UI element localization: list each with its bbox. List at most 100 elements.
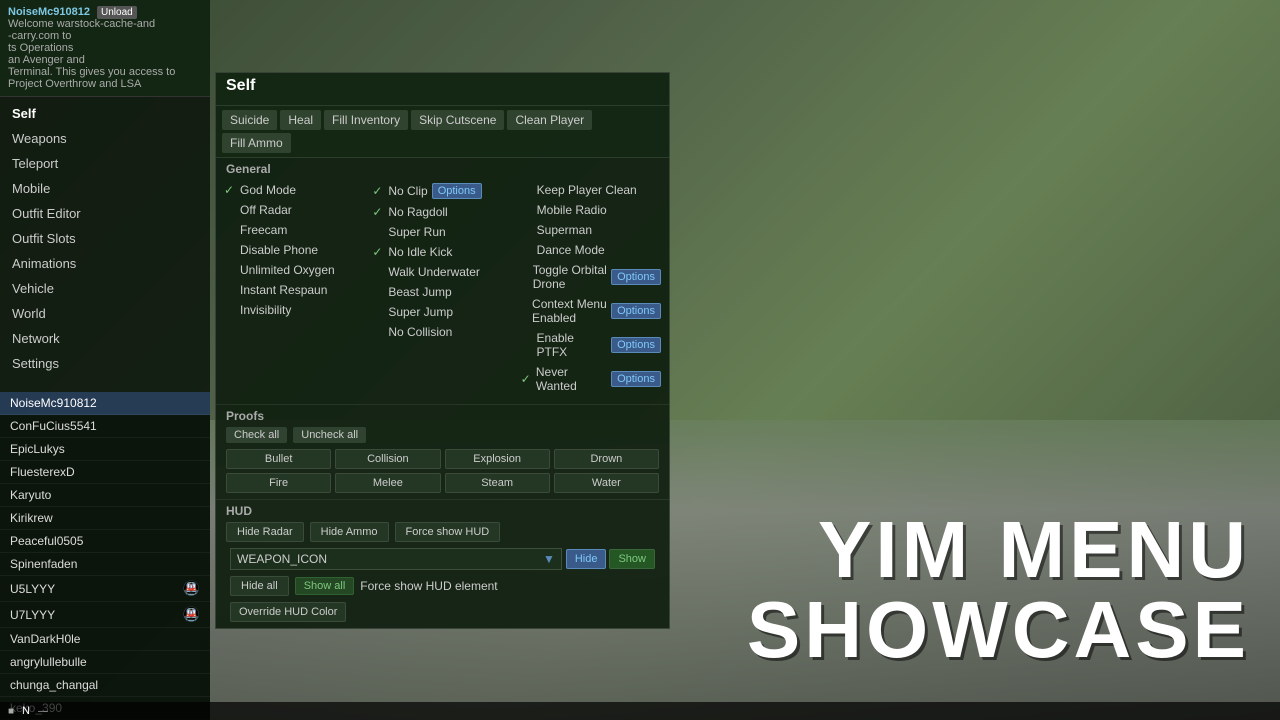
option-toggle-orbital-drone[interactable]: Toggle Orbital Drone Options — [517, 260, 665, 294]
show-weapon-icon-btn[interactable]: Show — [609, 549, 655, 569]
sidebar-item-settings[interactable]: Settings — [0, 351, 210, 376]
show-all-btn[interactable]: Show all — [295, 577, 355, 595]
option-enable-ptfx[interactable]: Enable PTFX Options — [517, 328, 665, 362]
player-item[interactable]: NoiseMc910812 — [0, 392, 210, 415]
sidebar-item-teleport[interactable]: Teleport — [0, 151, 210, 176]
player-item[interactable]: ConFuCius5541 — [0, 415, 210, 438]
option-invisibility[interactable]: Invisibility — [220, 300, 368, 320]
proof-fire[interactable]: Fire — [226, 473, 331, 493]
override-hud-color-btn[interactable]: Override HUD Color — [230, 602, 346, 622]
uncheck-all-btn[interactable]: Uncheck all — [293, 427, 366, 443]
sidebar-item-world[interactable]: World — [0, 301, 210, 326]
sidebar-item-outfit-slots[interactable]: Outfit Slots — [0, 226, 210, 251]
tab-fill-ammo[interactable]: Fill Ammo — [222, 133, 291, 153]
hud-buttons: Hide Radar Hide Ammo Force show HUD — [226, 522, 659, 542]
proof-explosion[interactable]: Explosion — [445, 449, 550, 469]
sidebar: NoiseMc910812 Unload Welcome warstock-ca… — [0, 0, 210, 720]
proof-collision[interactable]: Collision — [335, 449, 440, 469]
weapon-icon-row: WEAPON_ICON ▼ Hide Show — [226, 548, 659, 570]
orbital-drone-options-btn[interactable]: Options — [611, 269, 661, 285]
player-item[interactable]: Spinenfaden — [0, 553, 210, 576]
tab-skip-cutscene[interactable]: Skip Cutscene — [411, 110, 504, 130]
option-keep-player-clean[interactable]: Keep Player Clean — [517, 180, 665, 200]
option-never-wanted[interactable]: ✓ Never Wanted Options — [517, 362, 665, 396]
panel-header: Self — [216, 73, 669, 106]
proof-steam[interactable]: Steam — [445, 473, 550, 493]
sidebar-item-self[interactable]: Self — [0, 101, 210, 126]
player-name: U5LYYY — [10, 582, 55, 596]
context-menu-options-btn[interactable]: Options — [611, 303, 661, 319]
sidebar-item-outfit-editor[interactable]: Outfit Editor — [0, 201, 210, 226]
player-item[interactable]: angrylullebulle — [0, 651, 210, 674]
option-super-jump[interactable]: Super Jump — [368, 302, 516, 322]
sidebar-item-animations[interactable]: Animations — [0, 251, 210, 276]
option-beast-jump[interactable]: Beast Jump — [368, 282, 516, 302]
option-no-idle-kick[interactable]: ✓ No Idle Kick — [368, 242, 516, 262]
proofs-grid-row1: Bullet Collision Explosion Drown — [226, 449, 659, 469]
proof-water[interactable]: Water — [554, 473, 659, 493]
main-panel: Self Suicide Heal Fill Inventory Skip Cu… — [215, 72, 670, 629]
player-item[interactable]: EpicLukys — [0, 438, 210, 461]
option-dance-mode[interactable]: Dance Mode — [517, 240, 665, 260]
player-item[interactable]: FluesterexD — [0, 461, 210, 484]
notification-user: NoiseMc910812 — [8, 6, 90, 18]
check-all-btn[interactable]: Check all — [226, 427, 287, 443]
player-item[interactable]: VanDarkH0le — [0, 628, 210, 651]
weapon-icon-label: WEAPON_ICON — [237, 552, 327, 566]
proof-melee[interactable]: Melee — [335, 473, 440, 493]
option-disable-phone[interactable]: Disable Phone — [220, 240, 368, 260]
option-no-collision[interactable]: No Collision — [368, 322, 516, 342]
sidebar-item-network[interactable]: Network — [0, 326, 210, 351]
ptfx-options-btn[interactable]: Options — [611, 337, 661, 353]
player-item[interactable]: chunga_changal — [0, 674, 210, 697]
player-item[interactable]: Peaceful0505 — [0, 530, 210, 553]
tab-heal[interactable]: Heal — [280, 110, 321, 130]
notification-username: NoiseMc910812 Unload — [8, 6, 202, 18]
never-wanted-options-btn[interactable]: Options — [611, 371, 661, 387]
hud-section: HUD Hide Radar Hide Ammo Force show HUD … — [216, 499, 669, 628]
option-mobile-radio[interactable]: Mobile Radio — [517, 200, 665, 220]
option-no-clip[interactable]: ✓ No Clip Options — [368, 180, 516, 202]
force-show-hud-btn[interactable]: Force show HUD — [395, 522, 501, 542]
option-instant-respaun[interactable]: Instant Respaun — [220, 280, 368, 300]
player-name: Kirikrew — [10, 511, 53, 525]
sidebar-item-mobile[interactable]: Mobile — [0, 176, 210, 201]
hide-weapon-icon-btn[interactable]: Hide — [566, 549, 607, 569]
option-freecam[interactable]: Freecam — [220, 220, 368, 240]
option-unlimited-oxygen[interactable]: Unlimited Oxygen — [220, 260, 368, 280]
col2: ✓ No Clip Options ✓ No Ragdoll Super Run… — [368, 180, 516, 396]
proof-bullet[interactable]: Bullet — [226, 449, 331, 469]
player-item[interactable]: U7LYYY 🚇 — [0, 602, 210, 628]
sidebar-item-vehicle[interactable]: Vehicle — [0, 276, 210, 301]
option-no-ragdoll[interactable]: ✓ No Ragdoll — [368, 202, 516, 222]
hide-ammo-btn[interactable]: Hide Ammo — [310, 522, 389, 542]
option-god-mode[interactable]: ✓ God Mode — [220, 180, 368, 200]
hide-all-btn[interactable]: Hide all — [230, 576, 289, 596]
no-clip-options-btn[interactable]: Options — [432, 183, 482, 199]
notification-line4: an Avenger and — [8, 54, 202, 66]
tab-suicide[interactable]: Suicide — [222, 110, 277, 130]
bottom-bar-indicator: — — [38, 706, 48, 717]
player-item[interactable]: U5LYYY 🚇 — [0, 576, 210, 602]
dropdown-arrow-icon: ▼ — [543, 552, 555, 566]
option-off-radar[interactable]: Off Radar — [220, 200, 368, 220]
player-name: FluesterexD — [10, 465, 75, 479]
option-context-menu[interactable]: Context Menu Enabled Options — [517, 294, 665, 328]
player-name: angrylullebulle — [10, 655, 87, 669]
option-walk-underwater[interactable]: Walk Underwater — [368, 262, 516, 282]
player-list: NoiseMc910812 ConFuCius5541 EpicLukys Fl… — [0, 392, 210, 720]
hide-radar-btn[interactable]: Hide Radar — [226, 522, 304, 542]
tab-clean-player[interactable]: Clean Player — [507, 110, 592, 130]
player-item[interactable]: Kirikrew — [0, 507, 210, 530]
player-name: NoiseMc910812 — [10, 396, 97, 410]
player-item[interactable]: Karyuto — [0, 484, 210, 507]
option-superman[interactable]: Superman — [517, 220, 665, 240]
proofs-grid-row2: Fire Melee Steam Water — [226, 473, 659, 493]
sidebar-item-weapons[interactable]: Weapons — [0, 126, 210, 151]
player-name: Karyuto — [10, 488, 51, 502]
option-super-run[interactable]: Super Run — [368, 222, 516, 242]
proof-drown[interactable]: Drown — [554, 449, 659, 469]
tab-fill-inventory[interactable]: Fill Inventory — [324, 110, 408, 130]
col1: ✓ God Mode Off Radar Freecam Disable Pho… — [220, 180, 368, 396]
weapon-icon-dropdown[interactable]: WEAPON_ICON ▼ — [230, 548, 562, 570]
